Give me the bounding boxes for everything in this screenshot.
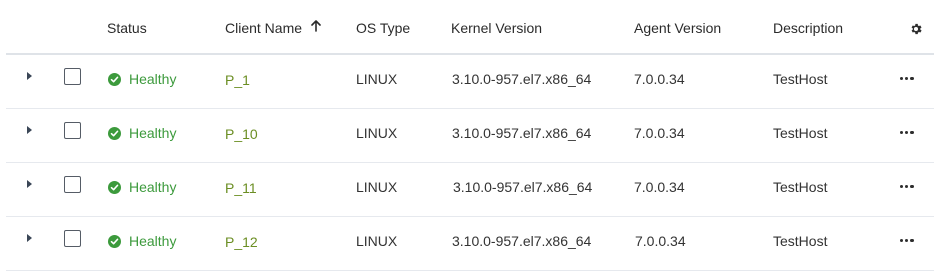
description-cell: TestHost (773, 71, 828, 87)
agent-version-cell: 7.0.0.34 (635, 233, 686, 249)
os-type-cell: LINUX (356, 125, 398, 141)
client-name-link[interactable]: P_1 (225, 72, 250, 88)
column-header-client-name-label: Client Name (225, 20, 303, 36)
agent-version-cell: 7.0.0.34 (634, 125, 685, 141)
row-checkbox[interactable] (64, 230, 81, 247)
description-cell: TestHost (773, 125, 828, 141)
caret-right-icon[interactable] (27, 126, 32, 134)
row-checkbox[interactable] (64, 68, 81, 85)
description-cell: TestHost (773, 233, 828, 249)
kernel-version-cell: 3.10.0-957.el7.x86_64 (453, 179, 593, 195)
os-type-cell: LINUX (356, 71, 398, 87)
check-circle-icon (108, 72, 121, 86)
check-circle-icon (108, 234, 121, 248)
gear-icon[interactable] (909, 22, 923, 36)
table-row[interactable]: Healthy P_12 LINUX 3.10.0-957.el7.x86_64… (6, 216, 934, 271)
more-horizontal-icon[interactable] (900, 185, 914, 189)
caret-right-icon[interactable] (27, 72, 32, 80)
column-header-agent-version[interactable]: Agent Version (634, 20, 721, 36)
check-circle-icon (108, 126, 121, 140)
kernel-version-cell: 3.10.0-957.el7.x86_64 (452, 125, 592, 141)
status-label: Healthy (129, 125, 177, 141)
row-checkbox[interactable] (64, 176, 81, 193)
more-horizontal-icon[interactable] (900, 239, 914, 243)
agent-version-cell: 7.0.0.34 (634, 71, 685, 87)
column-header-kernel-version[interactable]: Kernel Version (451, 20, 542, 36)
column-header-os-type[interactable]: OS Type (356, 20, 410, 36)
status-badge: Healthy (108, 179, 176, 195)
os-type-cell: LINUX (356, 179, 398, 195)
caret-right-icon[interactable] (27, 180, 32, 188)
clients-table: Status Client Name OS Type Kernel Versio… (0, 0, 942, 275)
caret-right-icon[interactable] (27, 234, 32, 242)
more-horizontal-icon[interactable] (900, 77, 914, 81)
status-badge: Healthy (108, 233, 176, 249)
client-name-link[interactable]: P_11 (225, 180, 257, 196)
status-label: Healthy (129, 71, 177, 87)
kernel-version-cell: 3.10.0-957.el7.x86_64 (452, 71, 592, 87)
status-badge: Healthy (108, 125, 176, 141)
status-label: Healthy (129, 233, 177, 249)
status-badge: Healthy (108, 71, 176, 87)
os-type-cell: LINUX (356, 233, 398, 249)
client-name-link[interactable]: P_12 (225, 234, 258, 250)
status-label: Healthy (129, 179, 177, 195)
agent-version-cell: 7.0.0.34 (634, 179, 685, 195)
table-row[interactable]: Healthy P_10 LINUX 3.10.0-957.el7.x86_64… (6, 108, 934, 163)
column-header-description[interactable]: Description (773, 20, 843, 36)
client-name-link[interactable]: P_10 (225, 126, 258, 142)
table-row[interactable]: Healthy P_1 LINUX 3.10.0-957.el7.x86_64 … (6, 54, 934, 109)
check-circle-icon (108, 180, 121, 194)
table-row[interactable]: Healthy P_11 LINUX 3.10.0-957.el7.x86_64… (6, 162, 934, 217)
kernel-version-cell: 3.10.0-957.el7.x86_64 (452, 233, 592, 249)
row-checkbox[interactable] (64, 122, 81, 139)
column-header-status[interactable]: Status (107, 20, 147, 36)
table-header: Status Client Name OS Type Kernel Versio… (6, 0, 934, 55)
description-cell: TestHost (773, 179, 828, 195)
more-horizontal-icon[interactable] (900, 131, 914, 135)
column-header-client-name[interactable]: Client Name (225, 20, 321, 37)
arrow-up-icon[interactable] (311, 19, 321, 35)
